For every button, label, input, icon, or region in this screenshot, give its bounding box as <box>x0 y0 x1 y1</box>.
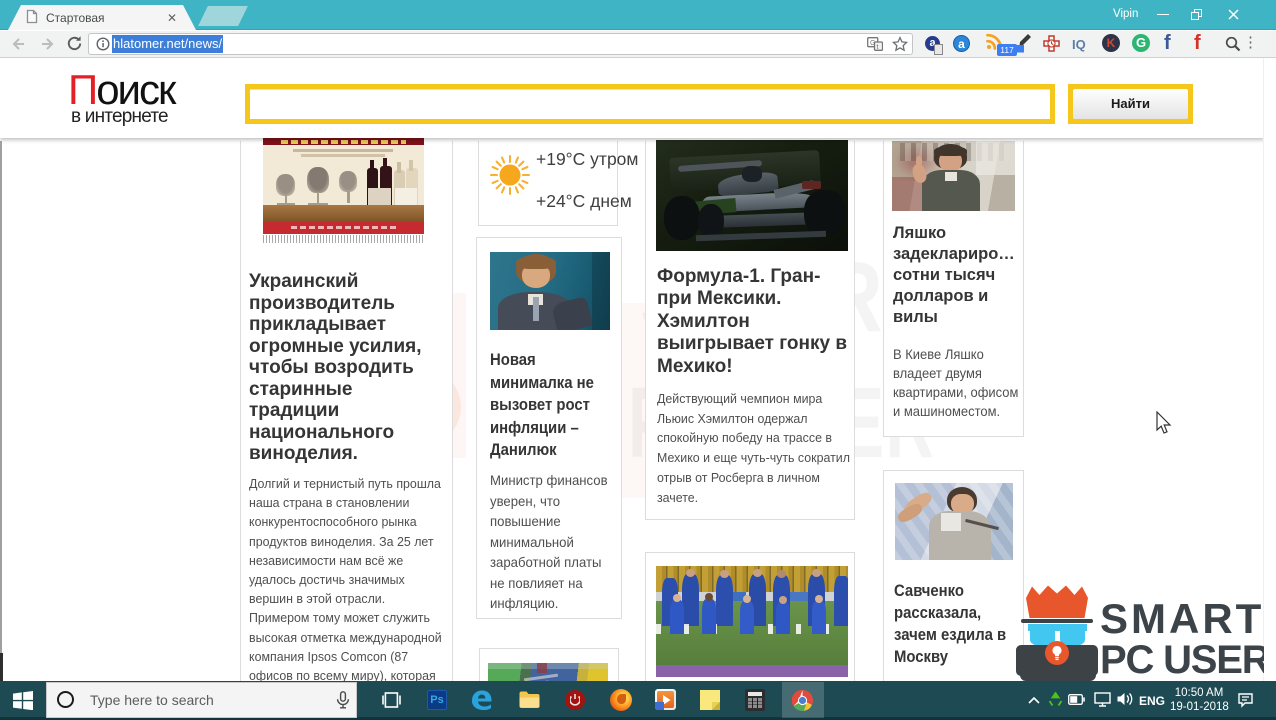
svg-text:t: t <box>877 44 879 51</box>
